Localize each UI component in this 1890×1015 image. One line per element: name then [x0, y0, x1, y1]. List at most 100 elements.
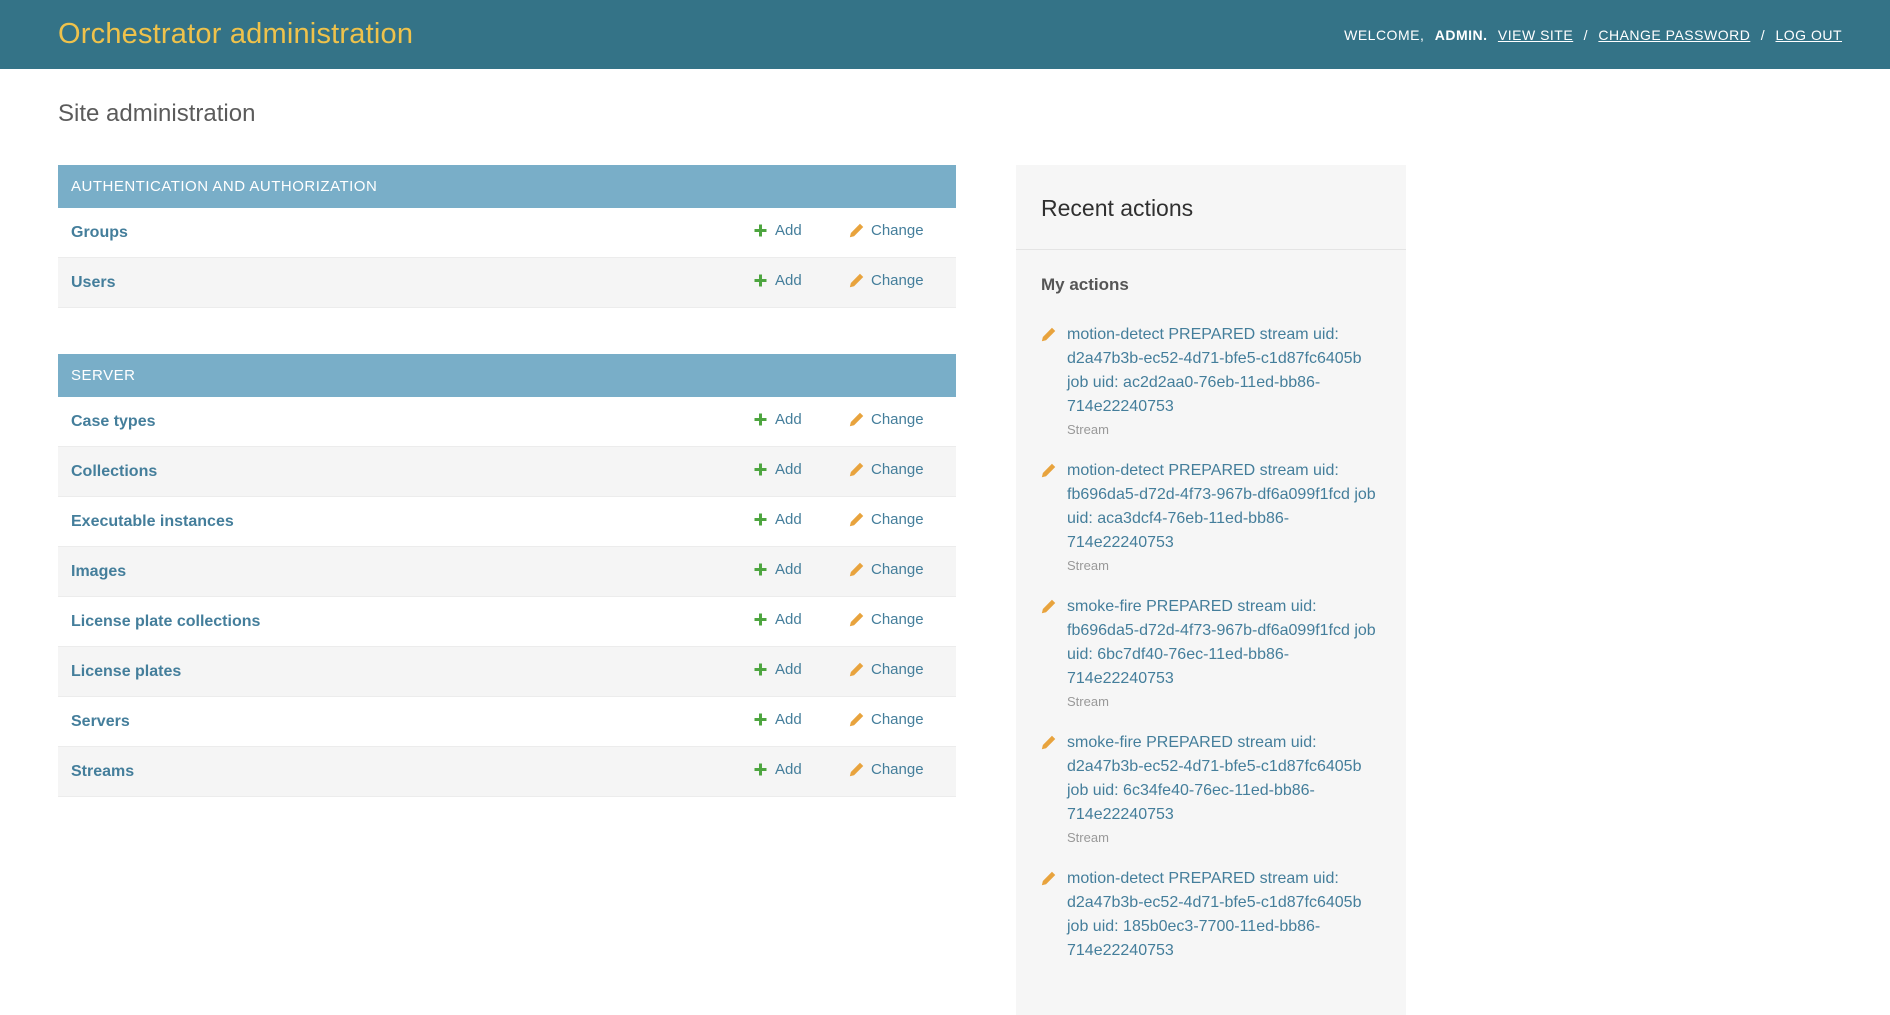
username: ADMIN. [1435, 27, 1488, 43]
site-title-link[interactable]: Orchestrator administration [58, 18, 413, 50]
change-cell: Change [836, 697, 956, 747]
app-module: SERVER Case types Add Change Collections [58, 354, 956, 797]
recent-actions-panel: Recent actions My actions motion-detect … [1016, 165, 1406, 1015]
model-row: Streams Add Change [58, 747, 956, 797]
user-tools: WELCOME, ADMIN. VIEW SITE / CHANGE PASSW… [1344, 27, 1842, 43]
model-name-cell: License plate collections [58, 597, 740, 647]
change-link[interactable]: Change [849, 461, 924, 478]
model-name-cell: Images [58, 547, 740, 597]
model-link[interactable]: Streams [71, 763, 134, 780]
change-link[interactable]: Change [849, 761, 924, 778]
add-label: Add [775, 711, 802, 728]
model-name-cell: Servers [58, 697, 740, 747]
action-list: motion-detect PREPARED stream uid: d2a47… [1041, 323, 1381, 963]
add-cell: Add [740, 397, 836, 447]
module-title: SERVER [71, 367, 135, 384]
change-label: Change [871, 411, 924, 428]
model-link[interactable]: Images [71, 563, 126, 580]
model-name-cell: Case types [58, 397, 740, 447]
action-link[interactable]: motion-detect PREPARED stream uid: fb696… [1067, 459, 1381, 555]
change-cell: Change [836, 447, 956, 497]
pencil-icon [849, 273, 864, 288]
action-link[interactable]: smoke-fire PREPARED stream uid: fb696da5… [1067, 595, 1381, 691]
model-row: License plate collections Add Change [58, 597, 956, 647]
pencil-icon [1041, 599, 1056, 614]
model-row: License plates Add Change [58, 647, 956, 697]
action-link[interactable]: smoke-fire PREPARED stream uid: d2a47b3b… [1067, 731, 1381, 827]
change-link[interactable]: Change [849, 661, 924, 678]
recent-action-item: smoke-fire PREPARED stream uid: fb696da5… [1041, 595, 1381, 709]
add-link[interactable]: Add [753, 511, 802, 528]
model-link[interactable]: Collections [71, 463, 157, 480]
model-link[interactable]: License plate collections [71, 613, 260, 630]
add-cell: Add [740, 747, 836, 797]
add-cell: Add [740, 547, 836, 597]
recent-action-item: motion-detect PREPARED stream uid: d2a47… [1041, 867, 1381, 963]
pencil-icon [849, 562, 864, 577]
pencil-icon [849, 512, 864, 527]
model-row: Users Add Change [58, 258, 956, 308]
change-password-link[interactable]: CHANGE PASSWORD [1598, 27, 1750, 43]
model-link[interactable]: Groups [71, 224, 128, 241]
separator: / [1584, 27, 1588, 43]
logout-link[interactable]: LOG OUT [1775, 27, 1842, 43]
change-label: Change [871, 511, 924, 528]
module-header[interactable]: AUTHENTICATION AND AUTHORIZATION [58, 165, 956, 208]
add-cell: Add [740, 697, 836, 747]
pencil-icon [849, 412, 864, 427]
module-header[interactable]: SERVER [58, 354, 956, 397]
site-branding[interactable]: Orchestrator administration [58, 18, 413, 51]
pencil-icon [1041, 327, 1056, 342]
model-table: Groups Add Change Users Add [58, 208, 956, 308]
change-label: Change [871, 272, 924, 289]
add-link[interactable]: Add [753, 561, 802, 578]
add-icon [753, 762, 768, 777]
pencil-icon [849, 662, 864, 677]
change-link[interactable]: Change [849, 222, 924, 239]
model-name-cell: Streams [58, 747, 740, 797]
add-link[interactable]: Add [753, 461, 802, 478]
add-icon [753, 273, 768, 288]
action-link[interactable]: motion-detect PREPARED stream uid: d2a47… [1067, 867, 1381, 963]
add-link[interactable]: Add [753, 411, 802, 428]
model-table: Case types Add Change Collections Add [58, 397, 956, 797]
change-link[interactable]: Change [849, 411, 924, 428]
action-link[interactable]: motion-detect PREPARED stream uid: d2a47… [1067, 323, 1381, 419]
model-link[interactable]: Executable instances [71, 513, 234, 530]
change-link[interactable]: Change [849, 561, 924, 578]
add-link[interactable]: Add [753, 661, 802, 678]
change-link[interactable]: Change [849, 272, 924, 289]
module-title: AUTHENTICATION AND AUTHORIZATION [71, 178, 377, 195]
add-label: Add [775, 611, 802, 628]
add-link[interactable]: Add [753, 272, 802, 289]
change-cell: Change [836, 547, 956, 597]
add-link[interactable]: Add [753, 611, 802, 628]
add-label: Add [775, 661, 802, 678]
model-link[interactable]: Servers [71, 713, 130, 730]
change-label: Change [871, 711, 924, 728]
change-link[interactable]: Change [849, 711, 924, 728]
model-link[interactable]: Case types [71, 413, 156, 430]
module-rows: Case types Add Change Collections Add [58, 397, 956, 797]
add-label: Add [775, 461, 802, 478]
action-object-type: Stream [1067, 422, 1381, 437]
pencil-icon [1041, 871, 1056, 886]
add-icon [753, 662, 768, 677]
add-link[interactable]: Add [753, 711, 802, 728]
model-row: Images Add Change [58, 547, 956, 597]
change-link[interactable]: Change [849, 611, 924, 628]
recent-action-item: smoke-fire PREPARED stream uid: d2a47b3b… [1041, 731, 1381, 845]
change-link[interactable]: Change [849, 511, 924, 528]
model-row: Executable instances Add Change [58, 497, 956, 547]
model-row: Groups Add Change [58, 208, 956, 258]
add-link[interactable]: Add [753, 222, 802, 239]
recent-actions-body: My actions motion-detect PREPARED stream… [1016, 250, 1406, 1015]
pencil-icon [849, 612, 864, 627]
pencil-icon [849, 223, 864, 238]
view-site-link[interactable]: VIEW SITE [1498, 27, 1573, 43]
add-link[interactable]: Add [753, 761, 802, 778]
module-rows: Groups Add Change Users Add [58, 208, 956, 308]
model-link[interactable]: License plates [71, 663, 181, 680]
change-cell: Change [836, 397, 956, 447]
model-link[interactable]: Users [71, 274, 115, 291]
